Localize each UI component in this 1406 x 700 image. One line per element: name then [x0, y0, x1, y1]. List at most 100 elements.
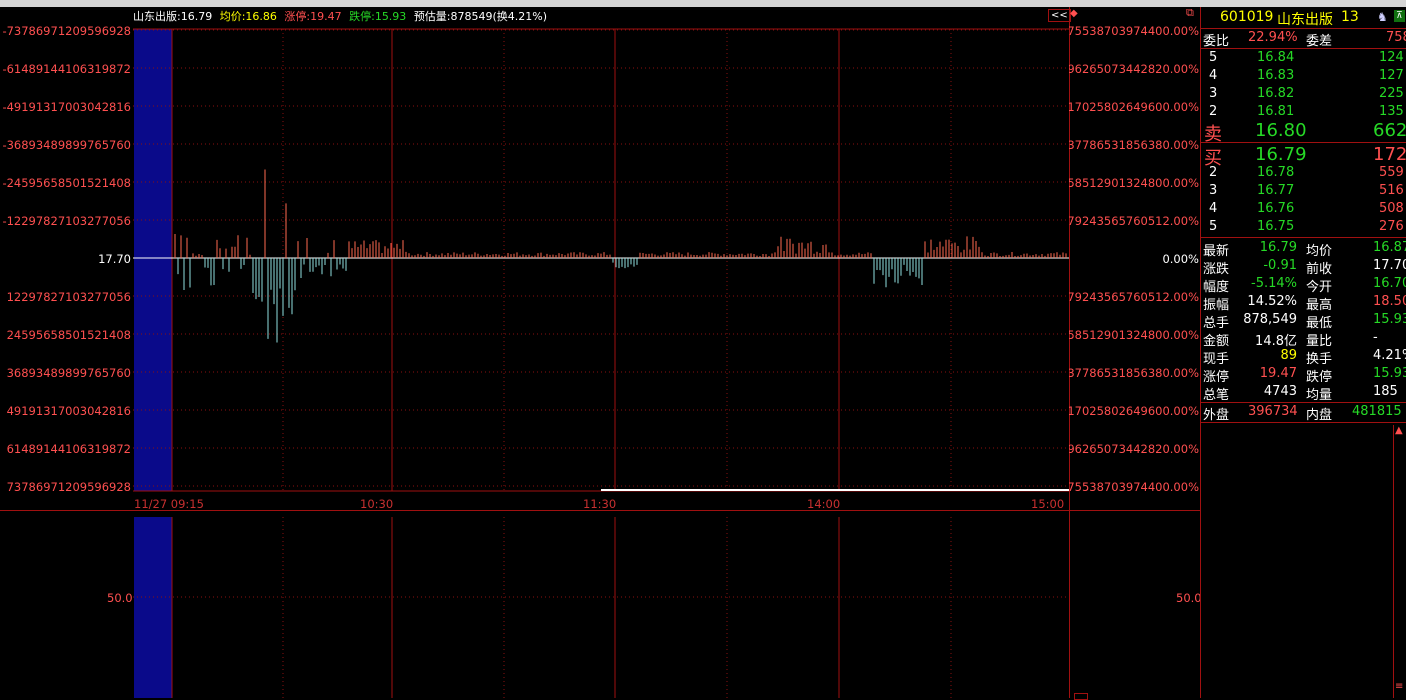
price-tick-label: -24595658501521408: [2, 176, 131, 190]
header-limit-down: 跌停:15.93: [349, 10, 407, 23]
bid-row[interactable]: 3 16.77 516: [1201, 183, 1406, 201]
fingerprint-icon[interactable]: ♞: [1377, 10, 1388, 24]
ask-price: 16.84: [1257, 50, 1295, 65]
header-limit-up: 涨停:19.47: [284, 10, 342, 23]
marker-icon: ◆: [1070, 8, 1078, 19]
buy-1-price: 16.79: [1255, 144, 1307, 165]
collapse-panel-button[interactable]: <<: [1048, 9, 1071, 22]
stat-label: 振幅: [1203, 298, 1230, 313]
volume-chart-canvas: [133, 517, 1069, 698]
bid-row[interactable]: 4 16.76 508: [1201, 201, 1406, 219]
bid-price: 16.75: [1257, 219, 1295, 234]
ask-row[interactable]: 4 16.83 127: [1201, 68, 1406, 86]
intraday-chart-canvas: [133, 28, 1069, 492]
restore-window-icon[interactable]: ⧉: [1186, 6, 1194, 20]
stat-label: 最新: [1203, 244, 1230, 259]
price-tick-label: -12297827103277056: [2, 214, 131, 228]
stat-label: 均价: [1306, 244, 1333, 259]
buy-1-row[interactable]: 买 16.79 172: [1201, 144, 1406, 169]
sell-1-price: 16.80: [1255, 120, 1307, 141]
time-tick-label: 14:00: [807, 497, 841, 511]
ask-level: 5: [1209, 50, 1218, 65]
inner-label: 内盘: [1306, 408, 1333, 423]
ask-row[interactable]: 3 16.82 225: [1201, 86, 1406, 104]
auction-period-background: [134, 29, 172, 491]
ask-price: 16.81: [1257, 104, 1295, 119]
ask-price: 16.83: [1257, 68, 1295, 83]
stat-row: 涨停 19.47 跌停 15.93: [1201, 366, 1406, 385]
stat-value: 878,549: [1243, 312, 1297, 327]
stat-row: 振幅 14.52% 最高 18.50: [1201, 294, 1406, 313]
percent-tick-label: 437786531856380.00%: [1069, 138, 1199, 152]
sell-1-row[interactable]: 卖 16.80 662: [1201, 120, 1406, 145]
bid-row[interactable]: 2 16.78 559: [1201, 165, 1406, 183]
bid-row[interactable]: 5 16.75 276: [1201, 219, 1406, 237]
stat-value: 185: [1373, 384, 1398, 399]
divider: [1201, 28, 1406, 29]
ask-level: 2: [1209, 104, 1218, 119]
stock-name: 山东出版: [1277, 12, 1333, 28]
stat-value: 18.50: [1373, 294, 1406, 309]
price-tick-label: -73786971209596928: [2, 24, 131, 38]
stat-label: 最高: [1306, 298, 1333, 313]
scroll-up-icon[interactable]: ▲: [1395, 425, 1403, 436]
stat-label: 换手: [1306, 352, 1333, 367]
percent-tick-label: 396265073442820.00%: [1069, 442, 1199, 456]
bid-price: 16.78: [1257, 165, 1295, 180]
stat-value: 4.21%: [1373, 348, 1406, 363]
bid-volume: 508: [1379, 201, 1404, 216]
header-avg-price: 均价:16.86: [219, 10, 277, 23]
volume-axis-left-label: 50.0: [107, 591, 133, 605]
stat-value: 14.8亿: [1255, 334, 1297, 349]
sell-1-volume: 662: [1373, 120, 1406, 141]
percent-tick-label: 958512901324800.00%: [1069, 328, 1199, 342]
stat-label: 均量: [1306, 388, 1333, 403]
price-tick-label: 36893489899765760: [6, 366, 131, 380]
stat-value: 15.93: [1373, 366, 1406, 381]
volume-axis-right-label: 50.0: [1176, 591, 1202, 605]
bid-volume: 276: [1379, 219, 1404, 234]
price-tick-label: 73786971209596928: [6, 480, 131, 494]
volume-chart[interactable]: [133, 511, 1070, 698]
stat-value: 15.93: [1373, 312, 1406, 327]
stat-row: 幅度 -5.14% 今开 16.70: [1201, 276, 1406, 295]
auction-period-background: [134, 517, 172, 698]
stock-extra: 13: [1341, 9, 1359, 25]
stock-code: 601019: [1220, 9, 1274, 25]
price-tick-label: -49191317003042816: [2, 100, 131, 114]
price-tick-label: 24595658501521408: [6, 328, 131, 342]
stat-row: 总手 878,549 最低 15.93: [1201, 312, 1406, 331]
percent-tick-label: 0.00%: [1162, 252, 1199, 266]
header-est-volume: 预估量:878549(换4.21%): [413, 10, 548, 23]
stat-label: 跌停: [1306, 370, 1333, 385]
time-scroll-indicator: [601, 489, 1069, 491]
divider: [1201, 422, 1406, 423]
bid-price: 16.76: [1257, 201, 1295, 216]
stat-value: -: [1373, 330, 1378, 345]
stat-label: 今开: [1306, 280, 1333, 295]
scroll-grip-icon[interactable]: ≡: [1395, 681, 1403, 692]
stat-label: 金额: [1203, 334, 1230, 349]
outer-value: 396734: [1248, 404, 1298, 419]
weibi-value: 22.94%: [1248, 30, 1298, 45]
ask-price: 16.82: [1257, 86, 1295, 101]
stat-row: 现手 89 换手 4.21%: [1201, 348, 1406, 367]
percent-tick-label: 375538703974400.00%: [1069, 480, 1199, 494]
stat-label: 总手: [1203, 316, 1230, 331]
bid-level: 3: [1209, 183, 1218, 198]
stat-label: 量比: [1306, 334, 1333, 349]
price-tick-label: 12297827103277056: [6, 290, 131, 304]
scrollbar-track[interactable]: [1393, 425, 1394, 698]
volume-scroll-icon[interactable]: [1074, 693, 1088, 700]
time-tick-label: 11:30: [583, 497, 617, 511]
divider: [1201, 142, 1406, 143]
stat-value: 16.87: [1373, 240, 1406, 255]
inner-value: 481815: [1352, 404, 1402, 419]
stock-switch-icon[interactable]: ⊼: [1394, 10, 1405, 22]
stat-value: 4743: [1263, 384, 1297, 399]
stat-label: 总笔: [1203, 388, 1230, 403]
intraday-chart[interactable]: [133, 7, 1070, 510]
time-tick-label: 10:30: [360, 497, 394, 511]
ask-row[interactable]: 5 16.84 124: [1201, 50, 1406, 68]
percent-tick-label: 375538703974400.00%: [1069, 24, 1199, 38]
